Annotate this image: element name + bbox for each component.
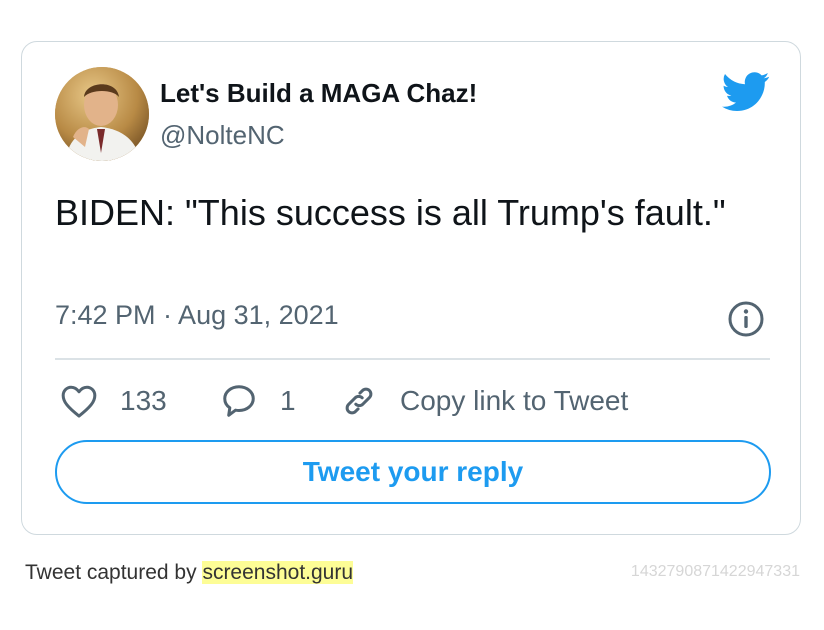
like-count: 133: [120, 385, 167, 416]
tweet-card: Let's Build a MAGA Chaz! @NolteNC BIDEN:…: [21, 41, 801, 535]
reply-count: 1: [280, 385, 296, 416]
copy-link-action[interactable]: Copy link to Tweet: [340, 380, 628, 422]
author-avatar[interactable]: [55, 67, 149, 161]
reply-action[interactable]: 1: [220, 380, 296, 422]
twitter-bird-icon[interactable]: [722, 72, 770, 112]
speech-bubble-icon: [220, 382, 258, 420]
divider: [55, 358, 770, 360]
like-action[interactable]: 133: [60, 380, 167, 422]
copy-link-label: Copy link to Tweet: [400, 385, 629, 416]
author-handle[interactable]: @NolteNC: [160, 120, 285, 151]
author-display-name[interactable]: Let's Build a MAGA Chaz!: [160, 78, 477, 109]
heart-icon: [60, 383, 98, 419]
tweet-id: 1432790871422947331: [630, 563, 800, 580]
capture-site-link[interactable]: screenshot.guru: [202, 561, 354, 584]
tweet-text: BIDEN: "This success is all Trump's faul…: [55, 192, 726, 233]
link-icon: [340, 382, 378, 420]
avatar-image: [55, 67, 149, 161]
capture-credit: Tweet captured by screenshot.guru: [25, 561, 354, 585]
tweet-timestamp[interactable]: 7:42 PM · Aug 31, 2021: [55, 300, 339, 331]
tweet-your-reply-button[interactable]: Tweet your reply: [55, 440, 771, 504]
capture-credit-prefix: Tweet captured by: [25, 561, 203, 584]
info-icon[interactable]: [727, 300, 765, 338]
